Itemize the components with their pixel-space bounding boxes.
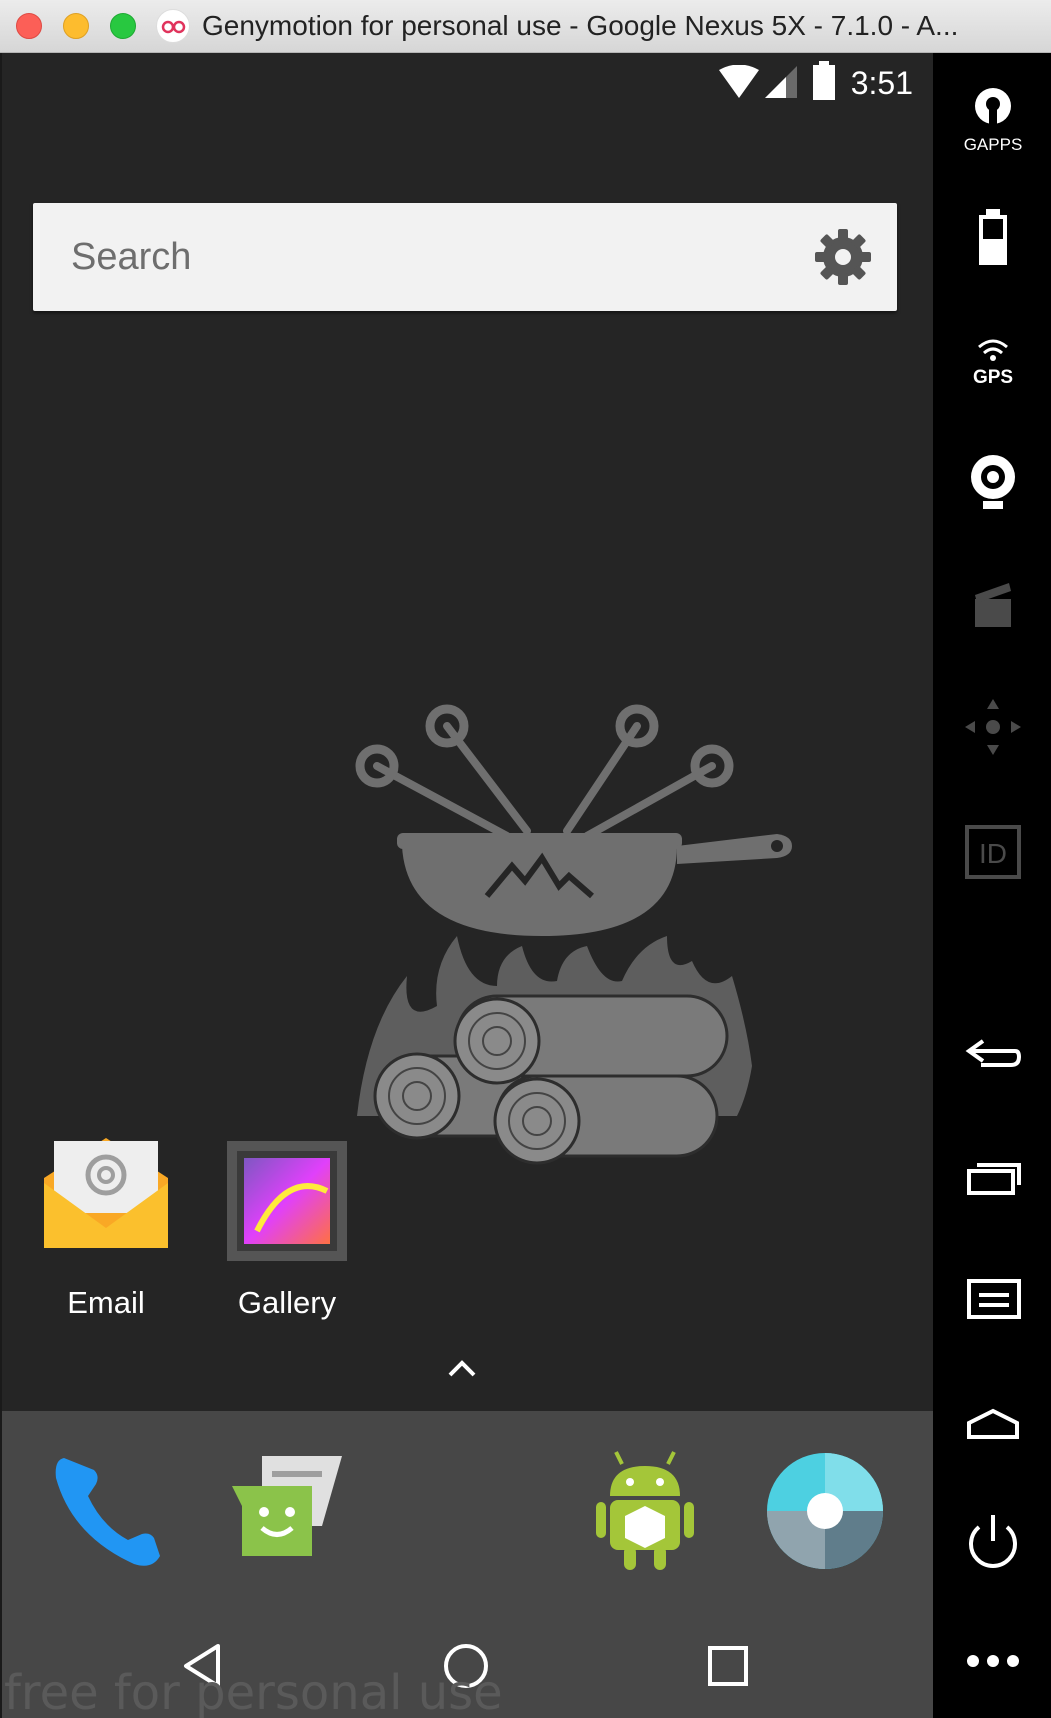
recent-apps-icon[interactable] [955, 1137, 1031, 1213]
wifi-icon [719, 65, 759, 98]
capture-icon [955, 565, 1031, 641]
webcam-icon[interactable] [955, 443, 1031, 519]
device-id-icon: ID [955, 813, 1031, 889]
dock: free for personal use [2, 1411, 933, 1718]
app-drawer-chevron-up-icon[interactable] [442, 1353, 482, 1383]
camera-icon[interactable] [760, 1446, 890, 1576]
gallery-icon[interactable] [217, 1131, 357, 1271]
minimize-window-button[interactable] [63, 13, 89, 39]
dpad-icon [955, 689, 1031, 765]
status-clock: 3:51 [850, 65, 913, 101]
app-label-gallery: Gallery [237, 1285, 337, 1320]
email-icon[interactable] [36, 1123, 176, 1263]
home-icon[interactable] [955, 1383, 1031, 1459]
android-screen: 3:51 Search Email Gallery free for perso… [2, 53, 933, 1718]
app-label-email: Email [67, 1285, 145, 1320]
battery-status-icon [813, 61, 835, 100]
window-titlebar: Genymotion for personal use - Google Nex… [0, 0, 1051, 53]
api-demos-icon[interactable] [580, 1446, 710, 1576]
status-bar: 3:51 [2, 53, 933, 113]
power-icon[interactable] [955, 1503, 1031, 1579]
cell-signal-icon [765, 66, 797, 98]
messenger-icon[interactable] [222, 1446, 352, 1576]
fondue-wallpaper-image [355, 704, 792, 1165]
phone-icon[interactable] [42, 1446, 172, 1576]
genymotion-toolbar: GAPPS GPS ID [933, 53, 1051, 1718]
gps-label: GPS [973, 367, 1013, 388]
gps-icon[interactable]: GPS [955, 323, 1031, 399]
gear-icon[interactable] [811, 225, 875, 289]
search-bar[interactable]: Search [33, 203, 897, 311]
id-label: ID [979, 838, 1007, 869]
more-icon[interactable] [955, 1623, 1031, 1699]
battery-icon[interactable] [955, 201, 1031, 277]
close-window-button[interactable] [16, 13, 42, 39]
watermark-text: free for personal use [4, 1665, 503, 1718]
back-icon[interactable] [955, 1013, 1031, 1089]
menu-icon[interactable] [955, 1261, 1031, 1337]
genymotion-app-icon [156, 9, 190, 43]
nav-recents-icon[interactable] [698, 1636, 758, 1696]
gapps-label: GAPPS [964, 135, 1023, 154]
window-title: Genymotion for personal use - Google Nex… [202, 10, 959, 41]
gapps-icon[interactable]: GAPPS [955, 78, 1031, 154]
zoom-window-button[interactable] [110, 13, 136, 39]
search-placeholder: Search [71, 236, 192, 278]
